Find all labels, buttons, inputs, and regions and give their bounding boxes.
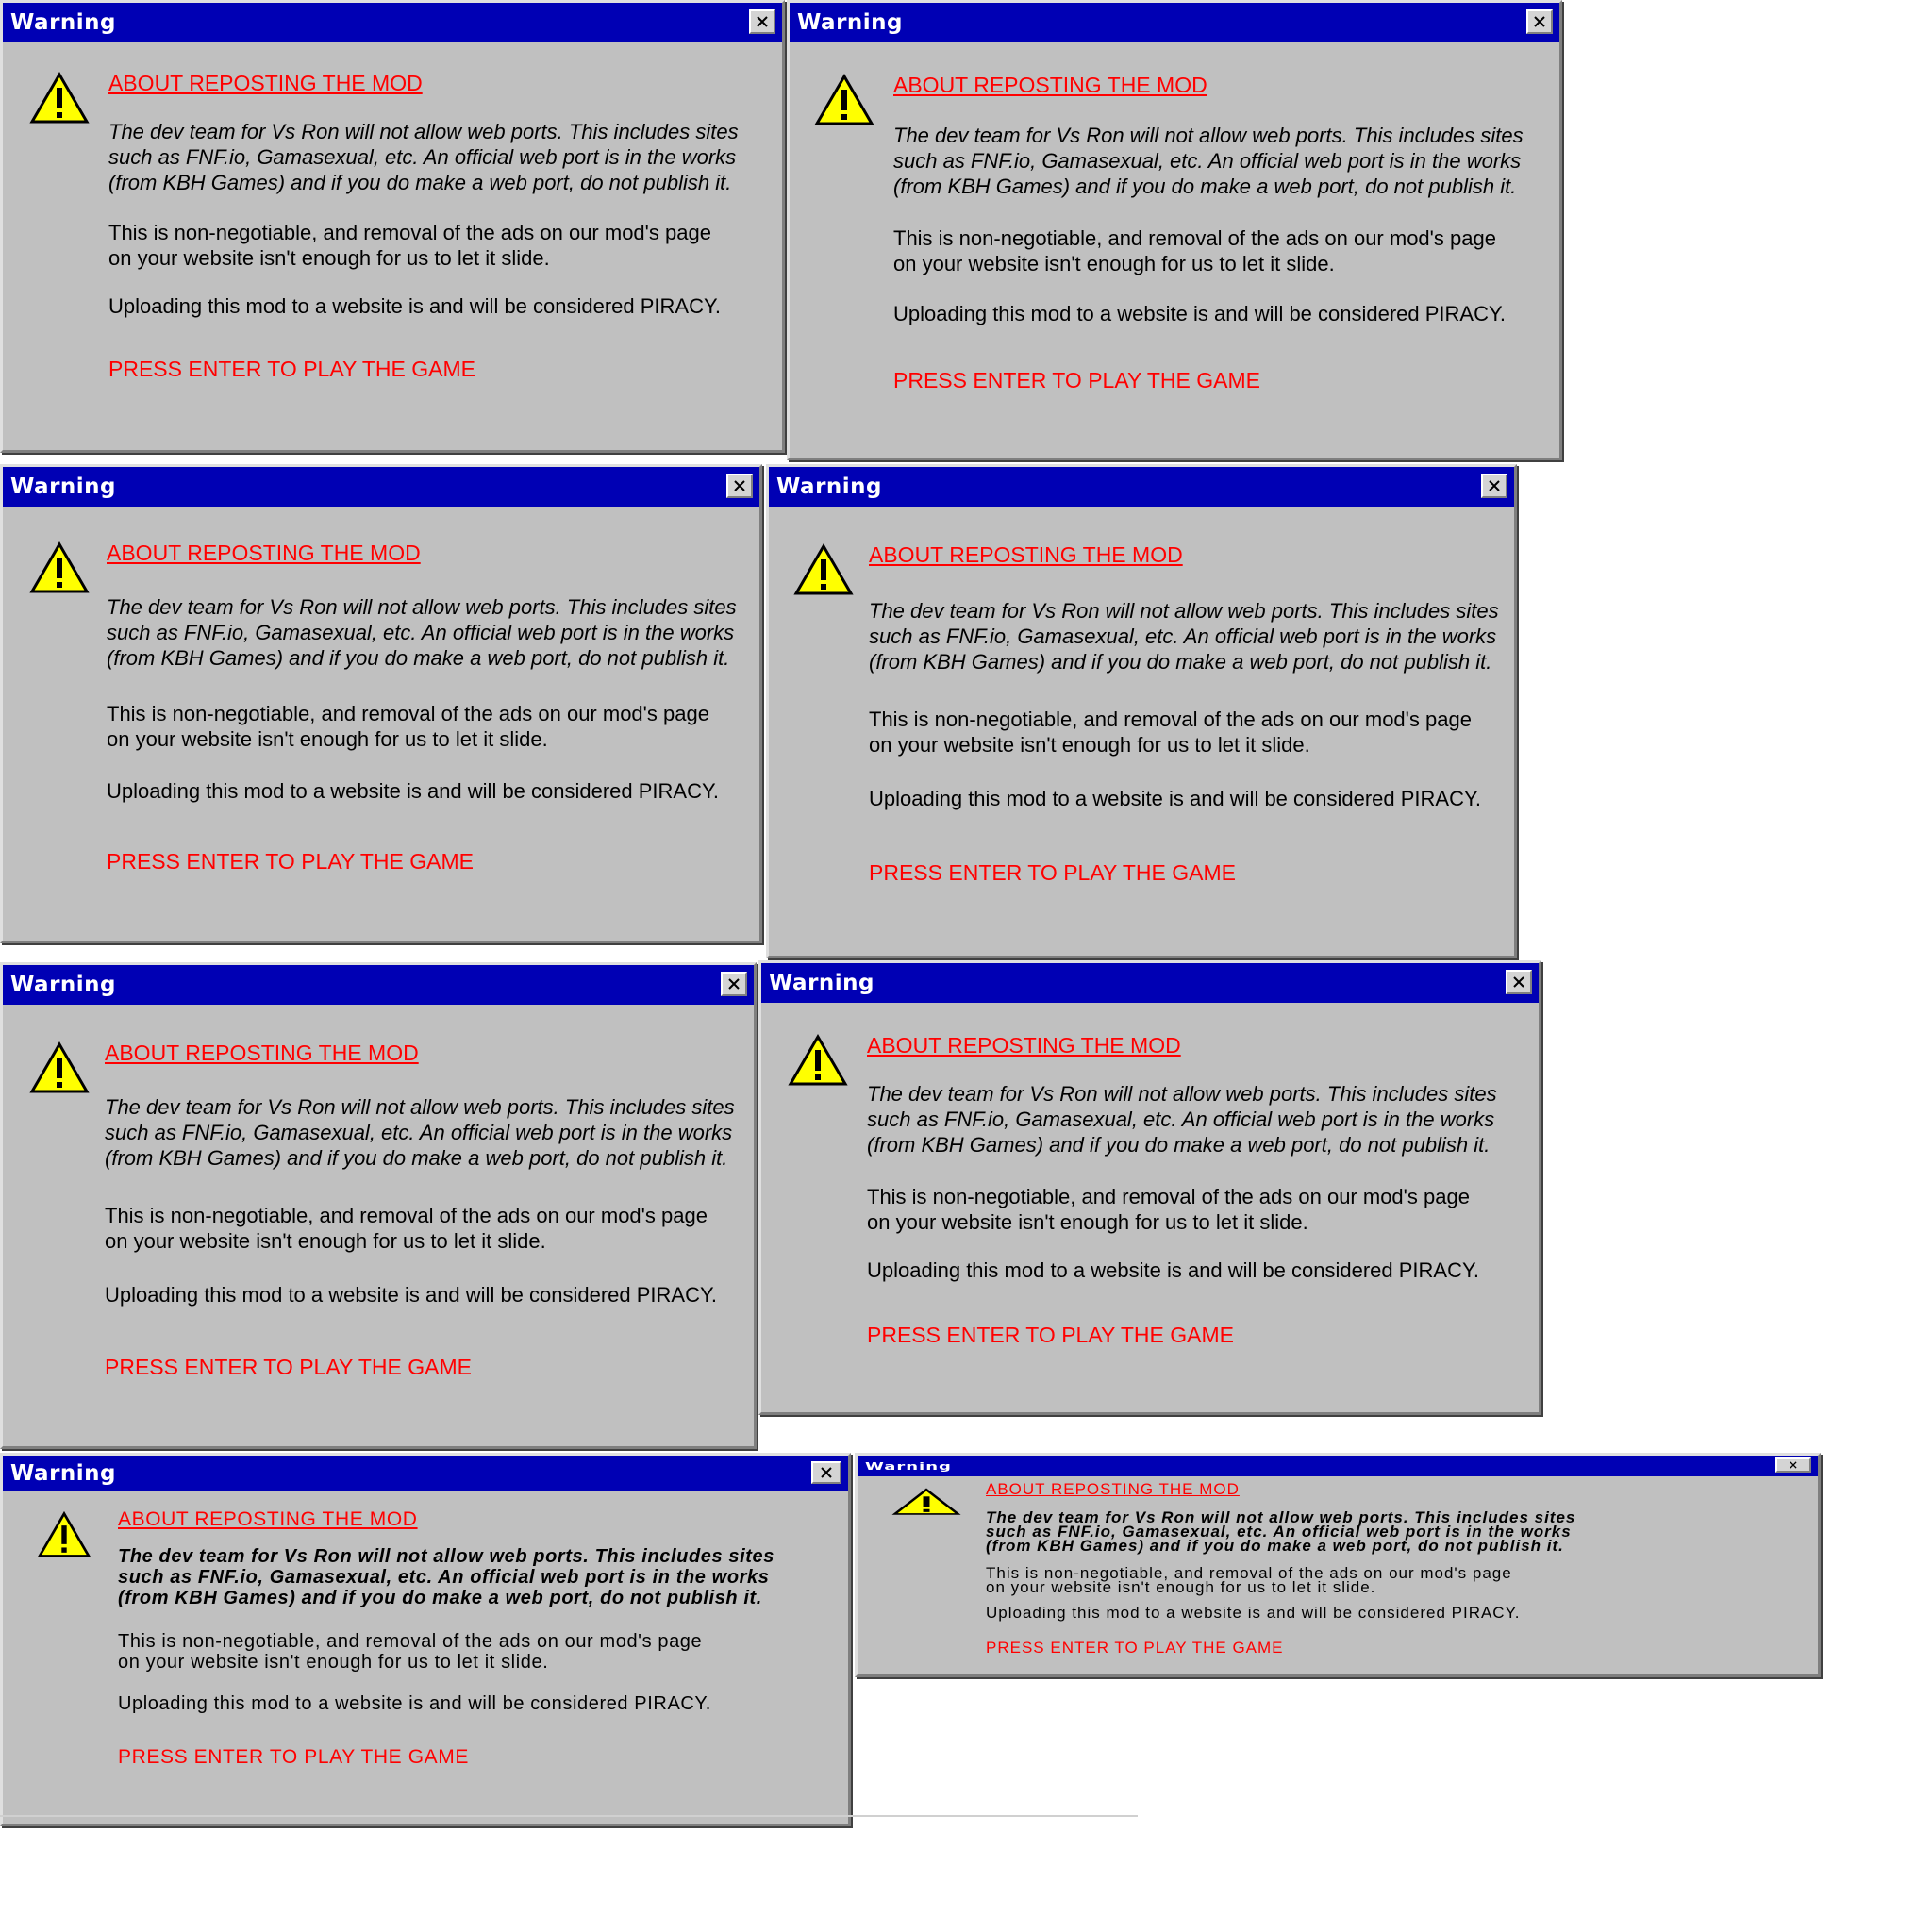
warning-triangle-icon [788,1034,848,1086]
close-button[interactable] [811,1461,841,1484]
dialog-title: Warning [10,475,117,499]
close-x-icon [821,1467,832,1478]
dialog-heading[interactable]: ABOUT REPOSTING THE MOD [107,541,758,566]
close-button[interactable] [721,972,747,996]
titlebar[interactable]: Warning [769,467,1514,507]
dialog-paragraph-negotiable: This is non-negotiable, and removal of t… [118,1631,703,1673]
dialog-title: Warning [769,971,875,995]
dialog-heading[interactable]: ABOUT REPOSTING THE MOD [986,1480,1816,1499]
dialog-paragraph-piracy: Uploading this mod to a website is and w… [107,779,719,803]
close-button[interactable] [1481,474,1507,498]
warning-triangle-icon [29,72,90,124]
dialog-paragraph-italic: The dev team for Vs Ron will not allow w… [118,1546,774,1608]
dialog-title: Warning [865,1459,952,1473]
titlebar[interactable]: Warning [790,3,1559,42]
press-enter-prompt[interactable]: PRESS ENTER TO PLAY THE GAME [893,368,1554,393]
titlebar[interactable]: Warning [3,965,754,1005]
close-x-icon [1489,480,1500,491]
titlebar[interactable]: Warning [3,3,782,42]
dialog-heading[interactable]: ABOUT REPOSTING THE MOD [869,542,1510,568]
close-button[interactable] [1506,970,1532,994]
close-x-icon [1534,16,1545,27]
press-enter-prompt[interactable]: PRESS ENTER TO PLAY THE GAME [108,357,769,382]
dialog-paragraph-negotiable: This is non-negotiable, and removal of t… [893,226,1496,275]
press-enter-prompt[interactable]: PRESS ENTER TO PLAY THE GAME [118,1746,844,1769]
dialog-title: Warning [797,10,904,35]
bottom-divider [0,1815,1138,1817]
close-x-icon [757,16,768,27]
close-x-icon [734,480,745,491]
dialog-paragraph-piracy: Uploading this mod to a website is and w… [105,1283,717,1307]
dialog-paragraph-piracy: Uploading this mod to a website is and w… [108,294,721,318]
warning-dialog-2: Warning ABOUT REPOSTING THE MOD The dev … [787,0,1562,460]
close-button[interactable] [749,9,775,34]
dialog-heading[interactable]: ABOUT REPOSTING THE MOD [893,73,1554,98]
dialog-paragraph-italic: The dev team for Vs Ron will not allow w… [869,599,1499,674]
titlebar[interactable]: Warning [3,467,759,507]
close-button[interactable] [1526,9,1553,34]
dialog-paragraph-negotiable: This is non-negotiable, and removal of t… [867,1185,1470,1234]
warning-triangle-icon [814,74,874,125]
dialog-paragraph-negotiable: This is non-negotiable, and removal of t… [105,1204,708,1253]
dialog-paragraph-italic: The dev team for Vs Ron will not allow w… [105,1095,735,1170]
press-enter-prompt[interactable]: PRESS ENTER TO PLAY THE GAME [105,1355,754,1380]
close-button[interactable] [726,474,753,498]
titlebar[interactable]: Warning [761,963,1539,1003]
press-enter-prompt[interactable]: PRESS ENTER TO PLAY THE GAME [986,1639,1816,1657]
dialog-title: Warning [776,475,883,499]
dialog-paragraph-italic: The dev team for Vs Ron will not allow w… [107,595,737,670]
dialog-paragraph-piracy: Uploading this mod to a website is and w… [869,787,1481,810]
warning-triangle-icon [29,541,90,593]
titlebar[interactable]: Warning [3,1456,848,1491]
close-x-icon [1790,1461,1797,1469]
warning-dialog-8: Warning ABOUT REPOSTING THE MOD The dev … [855,1453,1821,1677]
dialog-paragraph-piracy: Uploading this mod to a website is and w… [867,1258,1479,1282]
dialog-heading[interactable]: ABOUT REPOSTING THE MOD [867,1033,1527,1058]
close-x-icon [728,978,740,990]
press-enter-prompt[interactable]: PRESS ENTER TO PLAY THE GAME [107,849,758,874]
dialog-title: Warning [10,1461,117,1486]
dialog-paragraph-negotiable: This is non-negotiable, and removal of t… [986,1564,1512,1596]
warning-triangle-icon [891,1488,961,1515]
dialog-paragraph-piracy: Uploading this mod to a website is and w… [118,1693,711,1714]
dialog-title: Warning [10,10,117,35]
dialog-paragraph-italic: The dev team for Vs Ron will not allow w… [893,124,1524,198]
titlebar[interactable]: Warning [858,1456,1818,1476]
dialog-paragraph-italic: The dev team for Vs Ron will not allow w… [986,1508,1576,1555]
warning-dialog-7: Warning ABOUT REPOSTING THE MOD The dev … [0,1453,851,1826]
press-enter-prompt[interactable]: PRESS ENTER TO PLAY THE GAME [867,1323,1527,1348]
dialog-paragraph-negotiable: This is non-negotiable, and removal of t… [108,221,711,270]
press-enter-prompt[interactable]: PRESS ENTER TO PLAY THE GAME [869,860,1510,886]
warning-dialog-3: Warning ABOUT REPOSTING THE MOD The dev … [0,464,762,943]
dialog-paragraph-negotiable: This is non-negotiable, and removal of t… [869,708,1472,757]
dialog-paragraph-italic: The dev team for Vs Ron will not allow w… [867,1082,1497,1157]
warning-triangle-icon [37,1510,92,1557]
dialog-heading[interactable]: ABOUT REPOSTING THE MOD [108,71,769,96]
dialog-heading[interactable]: ABOUT REPOSTING THE MOD [105,1041,754,1066]
warning-dialog-5: Warning ABOUT REPOSTING THE MOD The dev … [0,962,757,1449]
dialog-paragraph-piracy: Uploading this mod to a website is and w… [986,1604,1521,1622]
close-button[interactable] [1775,1457,1811,1473]
warning-dialog-1: Warning ABOUT REPOSTING THE MOD The dev … [0,0,785,453]
warning-dialog-6: Warning ABOUT REPOSTING THE MOD The dev … [758,960,1541,1415]
dialog-paragraph-piracy: Uploading this mod to a website is and w… [893,302,1506,325]
dialog-heading[interactable]: ABOUT REPOSTING THE MOD [118,1508,844,1531]
dialog-paragraph-negotiable: This is non-negotiable, and removal of t… [107,702,709,751]
warning-triangle-icon [29,1041,90,1093]
warning-triangle-icon [793,543,854,595]
warning-dialog-4: Warning ABOUT REPOSTING THE MOD The dev … [766,464,1517,958]
dialog-title: Warning [10,973,117,997]
dialog-paragraph-italic: The dev team for Vs Ron will not allow w… [108,120,739,194]
close-x-icon [1513,976,1524,988]
